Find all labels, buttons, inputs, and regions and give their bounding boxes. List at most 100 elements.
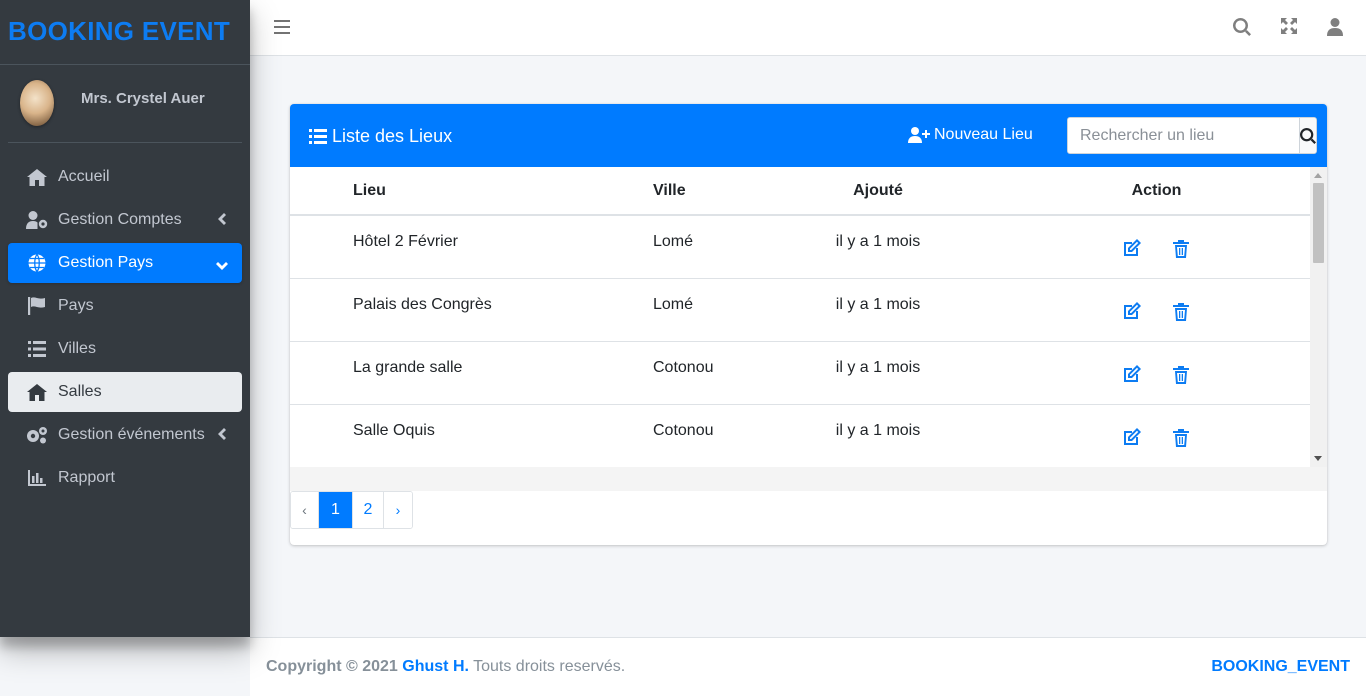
list-icon: [26, 339, 48, 359]
home-icon: [26, 167, 48, 187]
card-header: Liste des Lieux Nouveau Lieu: [290, 104, 1327, 167]
edit-icon[interactable]: [1122, 427, 1142, 447]
header-ajoute: Ajouté: [783, 167, 973, 216]
card-title: Liste des Lieux: [309, 126, 452, 147]
edit-icon[interactable]: [1122, 238, 1142, 258]
chart-bar-icon: [26, 468, 48, 488]
cell-ajoute: il y a 1 mois: [783, 277, 973, 341]
cell-action: [973, 214, 1310, 278]
places-table: Lieu Ville Ajouté Action Hôtel 2 Février…: [290, 167, 1310, 467]
cell-action: [973, 403, 1310, 467]
footer-author-link[interactable]: Ghust H.: [402, 658, 469, 675]
sidebar-item-gestion-evenements[interactable]: Gestion événements: [8, 415, 242, 455]
flag-icon: [26, 296, 48, 316]
cell-lieu: Salle Oquis: [290, 403, 653, 467]
search-input[interactable]: [1068, 118, 1299, 153]
trash-icon[interactable]: [1171, 302, 1191, 323]
pagination-page-2[interactable]: 2: [353, 492, 384, 528]
pagination-page-1[interactable]: 1: [319, 492, 353, 528]
edit-icon[interactable]: [1122, 364, 1142, 384]
sidebar-item-label: Salles: [58, 383, 102, 400]
search-icon: [1300, 127, 1316, 144]
sidebar-item-gestion-pays[interactable]: Gestion Pays: [8, 243, 242, 283]
scroll-up-arrow[interactable]: [1314, 173, 1322, 178]
chevron-down-icon: [216, 257, 228, 271]
sidebar-item-label: Gestion événements: [58, 426, 205, 443]
menu-toggle-icon[interactable]: [274, 20, 290, 34]
pagination-next[interactable]: ›: [384, 492, 412, 528]
sidebar-item-salles[interactable]: Salles: [8, 372, 242, 412]
sidebar-item-gestion-comptes[interactable]: Gestion Comptes: [8, 200, 242, 240]
new-place-button[interactable]: Nouveau Lieu: [908, 126, 1033, 144]
sidebar-nav: Accueil Gestion Comptes Gestion Pays Pay…: [0, 143, 250, 498]
chevron-left-icon: [218, 427, 228, 441]
sidebar-item-label: Gestion Pays: [58, 254, 154, 271]
pagination: ‹ 1 2 ›: [290, 491, 413, 529]
table-header-row: Lieu Ville Ajouté Action: [290, 167, 1310, 216]
footer-rights: Touts droits reservés.: [473, 658, 626, 675]
trash-icon[interactable]: [1171, 240, 1191, 260]
trash-icon[interactable]: [1171, 428, 1191, 449]
table-row: Salle Oquis Cotonou il y a 1 mois: [290, 403, 1310, 467]
search-button[interactable]: [1299, 118, 1316, 153]
sidebar-item-label: Accueil: [58, 168, 110, 185]
table-row: Palais des Congrès Lomé il y a 1 mois: [290, 277, 1310, 341]
edit-icon[interactable]: [1122, 301, 1142, 321]
home-icon: [26, 382, 48, 402]
cell-ville: Lomé: [653, 214, 783, 278]
table-row: La grande salle Cotonou il y a 1 mois: [290, 340, 1310, 404]
sidebar-item-label: Gestion Comptes: [58, 211, 182, 228]
cogs-icon: [26, 425, 48, 445]
table-scrollbar[interactable]: [1310, 167, 1327, 467]
cell-ajoute: il y a 1 mois: [783, 214, 973, 278]
cell-action: [973, 277, 1310, 341]
avatar[interactable]: [20, 80, 54, 126]
scroll-thumb[interactable]: [1313, 183, 1324, 263]
footer-brand: BOOKING_EVENT: [1211, 658, 1350, 675]
copyright-text: Copyright © 2021: [266, 658, 398, 675]
globe-icon: [26, 253, 48, 273]
user-icon[interactable]: [1327, 18, 1345, 36]
sidebar-item-villes[interactable]: Villes: [8, 329, 242, 369]
table-row: Hôtel 2 Février Lomé il y a 1 mois: [290, 214, 1310, 278]
header-lieu: Lieu: [290, 167, 653, 216]
search-group: [1067, 117, 1317, 154]
search-icon[interactable]: [1232, 18, 1251, 36]
top-navbar: [250, 0, 1366, 56]
brand[interactable]: BOOKING EVENT: [0, 0, 250, 65]
user-panel: Mrs. Crystel Auer: [8, 65, 242, 143]
sidebar-bottom-area: [0, 637, 250, 696]
sidebar-item-label: Villes: [58, 340, 96, 357]
cell-ajoute: il y a 1 mois: [783, 340, 973, 404]
footer-copyright: Copyright © 2021 Ghust H. Touts droits r…: [266, 658, 625, 676]
cell-ajoute: il y a 1 mois: [783, 403, 973, 467]
user-name[interactable]: Mrs. Crystel Auer: [81, 90, 205, 107]
table-bottom-band: [290, 467, 1327, 491]
sidebar-item-pays[interactable]: Pays: [8, 286, 242, 326]
cell-ville: Cotonou: [653, 403, 783, 467]
cell-ville: Lomé: [653, 277, 783, 341]
table-container[interactable]: Lieu Ville Ajouté Action Hôtel 2 Février…: [290, 167, 1327, 467]
sidebar-item-label: Rapport: [58, 469, 115, 486]
trash-icon[interactable]: [1171, 365, 1191, 386]
sidebar-item-accueil[interactable]: Accueil: [8, 157, 242, 197]
brand-title[interactable]: BOOKING EVENT: [8, 16, 230, 46]
cell-lieu: Hôtel 2 Février: [290, 214, 653, 278]
chevron-left-icon: [218, 212, 228, 226]
sidebar-item-rapport[interactable]: Rapport: [8, 458, 242, 498]
user-plus-icon: [908, 127, 930, 143]
sidebar-item-label: Pays: [58, 297, 94, 314]
cell-lieu: La grande salle: [290, 340, 653, 404]
pagination-prev[interactable]: ‹: [291, 492, 319, 528]
card-title-text: Liste des Lieux: [332, 126, 453, 146]
new-place-label: Nouveau Lieu: [934, 126, 1033, 143]
fullscreen-icon[interactable]: [1281, 18, 1299, 36]
list-icon: [309, 129, 327, 144]
footer: Copyright © 2021 Ghust H. Touts droits r…: [250, 637, 1366, 696]
sidebar: BOOKING EVENT Mrs. Crystel Auer Accueil …: [0, 0, 250, 637]
scroll-down-arrow[interactable]: [1314, 456, 1322, 461]
header-action: Action: [973, 167, 1310, 216]
header-ville: Ville: [653, 167, 783, 216]
cell-action: [973, 340, 1310, 404]
places-card: Liste des Lieux Nouveau Lieu Lieu Ville …: [290, 104, 1327, 545]
